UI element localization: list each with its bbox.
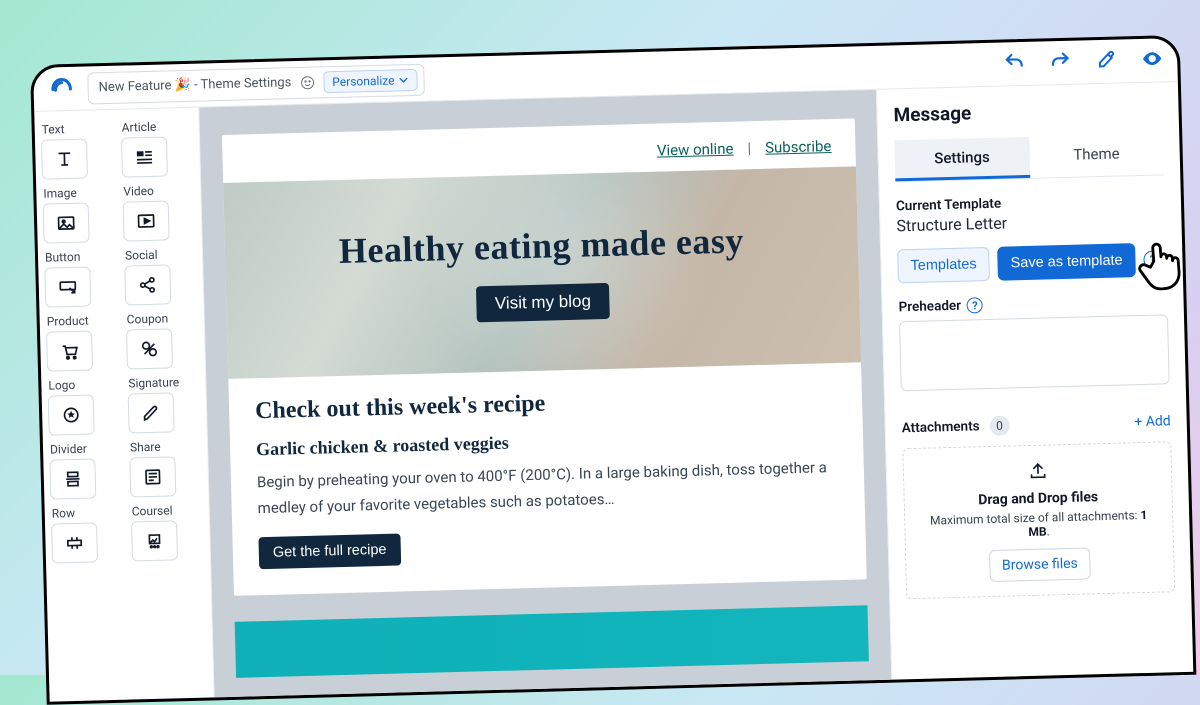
personalize-button[interactable]: Personalize <box>323 68 418 92</box>
upload-icon <box>918 459 1158 488</box>
palette-label: Image <box>43 186 77 201</box>
tab-settings[interactable]: Settings <box>894 137 1030 182</box>
palette-label: Button <box>45 250 81 265</box>
hero-image[interactable]: Healthy eating made easy Visit my blog <box>223 166 861 379</box>
secondary-image-block[interactable] <box>235 605 869 678</box>
view-online-link[interactable]: View online <box>657 140 734 160</box>
image-block[interactable] <box>43 203 90 244</box>
email-card: View online | Subscribe Healthy eating m… <box>222 118 867 595</box>
social-block-icon <box>138 275 159 296</box>
share-block[interactable] <box>129 456 176 497</box>
attachments-label: Attachments <box>902 418 980 436</box>
subject-line-text: New Feature 🎉 - Theme Settings <box>98 75 291 95</box>
recipe-title[interactable]: Garlic chicken & roasted veggies <box>256 424 837 460</box>
redo-icon[interactable] <box>1049 49 1072 76</box>
palette-label: Article <box>121 120 156 135</box>
carousel-block-icon <box>144 531 165 552</box>
video-block[interactable] <box>123 200 170 241</box>
top-actions <box>1003 47 1164 77</box>
browse-files-button[interactable]: Browse files <box>989 547 1092 582</box>
preheader-input[interactable] <box>899 314 1170 391</box>
button-block[interactable] <box>44 266 91 307</box>
share-block-icon <box>143 467 164 488</box>
save-as-template-button[interactable]: Save as template <box>997 243 1136 281</box>
video-block-icon <box>136 211 157 232</box>
signature-block-icon <box>141 403 162 424</box>
email-body: Check out this week's recipe Garlic chic… <box>228 362 866 595</box>
hero-title: Healthy eating made easy <box>338 219 744 272</box>
side-panel-tabs: Settings Theme <box>894 133 1164 182</box>
palette-label: Coursel <box>132 503 173 518</box>
dropzone-subtext: Maximum total size of all attachments: 1… <box>919 508 1159 542</box>
subject-line-field[interactable]: New Feature 🎉 - Theme Settings Personali… <box>87 63 425 104</box>
image-block-icon <box>56 213 77 234</box>
palette-label: Row <box>52 506 76 521</box>
attachments-dropzone[interactable]: Drag and Drop files Maximum total size o… <box>902 441 1175 599</box>
logo-block-icon <box>61 405 82 426</box>
row-block-icon <box>64 533 85 554</box>
emoji-picker-icon[interactable] <box>299 74 315 90</box>
section-heading[interactable]: Check out this week's recipe <box>255 383 837 425</box>
carousel-block[interactable] <box>131 520 178 561</box>
help-icon[interactable]: ? <box>967 297 983 313</box>
signature-block[interactable] <box>128 392 175 433</box>
product-block[interactable] <box>46 330 93 371</box>
separator: | <box>747 139 751 157</box>
attachments-count: 0 <box>989 415 1010 436</box>
palette-label: Share <box>130 440 161 455</box>
side-panel: Message Settings Theme Current Template … <box>876 82 1193 680</box>
personalize-label: Personalize <box>332 73 395 89</box>
palette-label: Divider <box>50 442 87 457</box>
preheader-label: Preheader <box>898 298 961 316</box>
brand-logo-icon <box>47 74 76 103</box>
preview-eye-icon[interactable] <box>1141 47 1164 74</box>
palette-label: Logo <box>48 378 75 393</box>
logo-block[interactable] <box>48 394 95 435</box>
coupon-block-icon <box>139 339 160 360</box>
help-icon[interactable]: ? <box>1143 250 1161 268</box>
templates-button[interactable]: Templates <box>897 247 990 283</box>
palette-label: Signature <box>128 375 179 390</box>
palette-label: Product <box>47 314 89 329</box>
coupon-block[interactable] <box>126 328 173 369</box>
social-block[interactable] <box>124 264 171 305</box>
subscribe-link[interactable]: Subscribe <box>765 137 832 157</box>
email-canvas: View online | Subscribe Healthy eating m… <box>199 90 891 698</box>
article-block-icon <box>134 147 155 168</box>
text-block-icon <box>54 149 75 170</box>
divider-block[interactable] <box>49 458 96 499</box>
side-panel-title: Message <box>893 96 1163 126</box>
undo-icon[interactable] <box>1003 50 1026 77</box>
chevron-down-icon <box>398 75 408 85</box>
add-attachment-link[interactable]: + Add <box>1134 413 1171 430</box>
recipe-cta-button[interactable]: Get the full recipe <box>258 533 400 569</box>
product-block-icon <box>59 341 80 362</box>
palette-label: Social <box>125 248 158 263</box>
blocks-palette: Text Article Image Video Button Social Product… <box>34 108 214 702</box>
hero-cta-button[interactable]: Visit my blog <box>476 283 609 322</box>
editor-window: New Feature 🎉 - Theme Settings Personali… <box>30 35 1196 705</box>
button-block-icon <box>58 277 79 298</box>
recipe-body-text[interactable]: Begin by preheating your oven to 400°F (… <box>257 455 839 521</box>
palette-label: Text <box>42 122 65 137</box>
row-block[interactable] <box>51 522 98 563</box>
palette-label: Coupon <box>127 311 169 326</box>
dropzone-title: Drag and Drop files <box>919 488 1158 510</box>
divider-block-icon <box>63 469 84 490</box>
tab-theme[interactable]: Theme <box>1029 133 1165 178</box>
palette-label: Video <box>123 184 154 199</box>
text-block[interactable] <box>41 139 88 180</box>
brush-icon[interactable] <box>1095 48 1118 75</box>
article-block[interactable] <box>121 136 168 177</box>
